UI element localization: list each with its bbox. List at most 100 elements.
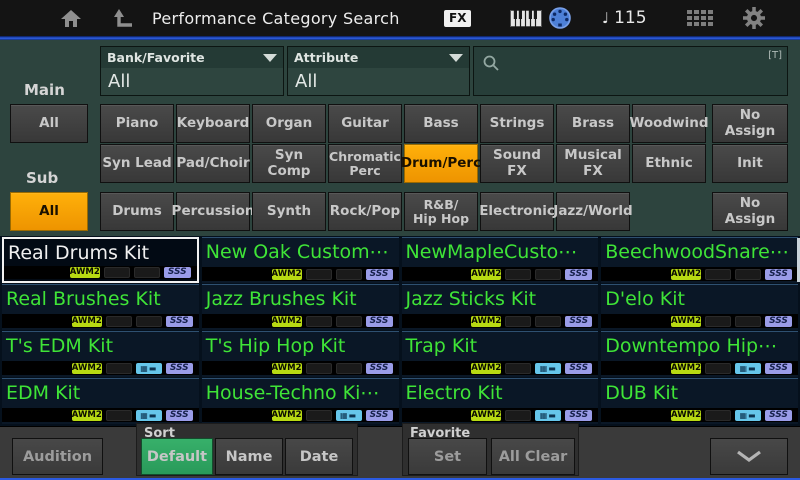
sub-category-synth[interactable]: Synth — [252, 192, 326, 231]
home-icon[interactable] — [60, 0, 82, 36]
performance-item[interactable]: Jazz Brushes Kit AWM2 ▦▬ SSS — [202, 284, 399, 330]
favorite-set-button[interactable]: Set — [408, 438, 487, 475]
awm2-badge: AWM2 — [72, 316, 102, 327]
search-icon — [482, 54, 500, 76]
main-category-syn-comp[interactable]: Syn Comp — [252, 144, 326, 183]
pad-grid-icon[interactable] — [687, 0, 713, 36]
empty-slot — [134, 267, 160, 278]
main-category-brass[interactable]: Brass — [556, 104, 630, 143]
performance-name: Jazz Brushes Kit — [202, 285, 399, 313]
favorite-all-clear-button[interactable]: All Clear — [491, 438, 575, 475]
performance-name: T's EDM Kit — [2, 332, 199, 360]
return-up-icon[interactable] — [112, 0, 134, 36]
performance-name: EDM Kit — [2, 379, 199, 407]
sss-badge: SSS — [565, 410, 592, 421]
main-category-ethnic[interactable]: Ethnic — [632, 144, 706, 183]
performance-item[interactable]: Downtempo Hip⋯ AWM2 ▦▬ SSS — [601, 331, 798, 377]
performance-badges: AWM2 ▦▬ SSS — [402, 267, 599, 281]
main-category-all[interactable]: All — [10, 104, 88, 143]
main-category-drum-perc[interactable]: Drum/Perc — [404, 144, 478, 183]
sub-category-all[interactable]: All — [10, 192, 88, 231]
performance-name: NewMapleCusto⋯ — [402, 238, 599, 266]
sort-default-button[interactable]: Default — [141, 438, 213, 475]
main-category-no-assign[interactable]: No Assign — [712, 104, 788, 143]
main-category-organ[interactable]: Organ — [252, 104, 326, 143]
main-category-pad-choir[interactable]: Pad/Choir — [176, 144, 250, 183]
attribute-dropdown[interactable]: Attribute All — [287, 46, 470, 96]
sub-category-percussion[interactable]: Percussion — [176, 192, 250, 231]
sss-badge: SSS — [166, 363, 193, 374]
performance-name: BeechwoodSnare⋯ — [601, 238, 798, 266]
sss-badge: SSS — [164, 267, 191, 278]
quarter-note-icon: ♩ — [602, 9, 609, 27]
performance-item[interactable]: Electro Kit AWM2 ▦▬ SSS — [402, 378, 599, 424]
performance-item[interactable]: Real Drums Kit AWM2 ▦▬ SSS — [2, 237, 199, 283]
empty-slot — [306, 363, 332, 374]
keyboard-icon[interactable] — [510, 0, 542, 36]
empty-slot — [106, 363, 132, 374]
performance-item[interactable]: T's EDM Kit AWM2 ▦▬ SSS — [2, 331, 199, 377]
attribute-label: Attribute — [294, 50, 449, 65]
main-category-chromatic-perc[interactable]: Chromatic Perc — [328, 144, 402, 183]
main-category-woodwind[interactable]: Woodwind — [632, 104, 706, 143]
main-category-syn-lead[interactable]: Syn Lead — [100, 144, 174, 183]
sss-badge: SSS — [366, 410, 393, 421]
performance-badges: AWM2 ▦▬ SSS — [202, 361, 399, 375]
sub-category-rnb-hiphop[interactable]: R&B/ Hip Hop — [404, 192, 478, 231]
performance-name: Jazz Sticks Kit — [402, 285, 599, 313]
main-category-strings[interactable]: Strings — [480, 104, 554, 143]
main-category-bass[interactable]: Bass — [404, 104, 478, 143]
search-input[interactable] — [500, 53, 754, 74]
performance-item[interactable]: Jazz Sticks Kit AWM2 ▦▬ SSS — [402, 284, 599, 330]
arp-badge: ▦▬ — [136, 363, 162, 374]
main-category-guitar[interactable]: Guitar — [328, 104, 402, 143]
gear-icon[interactable] — [743, 0, 765, 36]
performance-name: House-Techno Ki⋯ — [202, 379, 399, 407]
performance-item[interactable]: T's Hip Hop Kit AWM2 ▦▬ SSS — [202, 331, 399, 377]
performance-name: Real Drums Kit — [4, 239, 197, 266]
performance-item[interactable]: NewMapleCusto⋯ AWM2 ▦▬ SSS — [402, 237, 599, 283]
main-category-init[interactable]: Init — [712, 144, 788, 183]
performance-name: D'elo Kit — [601, 285, 798, 313]
sub-category-drums[interactable]: Drums — [100, 192, 174, 231]
sub-category-jazz-world[interactable]: Jazz/World — [556, 192, 630, 231]
performance-item[interactable]: BeechwoodSnare⋯ AWM2 ▦▬ SSS — [601, 237, 798, 283]
empty-slot — [535, 269, 561, 280]
empty-slot — [735, 269, 761, 280]
tempo-indicator[interactable]: ♩ 115 — [602, 0, 647, 36]
performance-item[interactable]: EDM Kit AWM2 ▦▬ SSS — [2, 378, 199, 424]
empty-slot — [104, 267, 130, 278]
performance-item[interactable]: House-Techno Ki⋯ AWM2 ▦▬ SSS — [202, 378, 399, 424]
performance-name: Trap Kit — [402, 332, 599, 360]
audition-button[interactable]: Audition — [12, 438, 103, 475]
main-category-keyboard[interactable]: Keyboard — [176, 104, 250, 143]
sss-badge: SSS — [565, 316, 592, 327]
main-category-musical-fx[interactable]: Musical FX — [556, 144, 630, 183]
sort-name-button[interactable]: Name — [215, 438, 283, 475]
arp-badge: ▦▬ — [136, 410, 162, 421]
performance-item[interactable]: D'elo Kit AWM2 ▦▬ SSS — [601, 284, 798, 330]
performance-item[interactable]: New Oak Custom⋯ AWM2 ▦▬ SSS — [202, 237, 399, 283]
sort-date-button[interactable]: Date — [285, 438, 353, 475]
performance-name: T's Hip Hop Kit — [202, 332, 399, 360]
performance-list: Real Drums Kit AWM2 ▦▬ SSS New Oak Custo… — [0, 236, 800, 426]
arp-badge: ▦▬ — [535, 410, 561, 421]
bank-favorite-dropdown[interactable]: Bank/Favorite All — [100, 46, 284, 96]
fx-indicator[interactable]: FX — [444, 0, 471, 36]
collapse-chevron-button[interactable] — [710, 438, 788, 475]
performance-badges: AWM2 ▦▬ SSS — [601, 361, 798, 375]
sss-badge: SSS — [565, 269, 592, 280]
sub-category-no-assign[interactable]: No Assign — [712, 192, 788, 231]
main-category-sound-fx[interactable]: Sound FX — [480, 144, 554, 183]
search-box[interactable]: [T] — [473, 46, 788, 96]
midi-icon[interactable] — [548, 0, 572, 36]
sub-category-electronic[interactable]: Electronic — [480, 192, 554, 231]
sss-badge: SSS — [166, 410, 193, 421]
performance-name: DUB Kit — [601, 379, 798, 407]
performance-item[interactable]: Real Brushes Kit AWM2 ▦▬ SSS — [2, 284, 199, 330]
empty-slot — [705, 316, 731, 327]
main-category-piano[interactable]: Piano — [100, 104, 174, 143]
sub-category-rock-pop[interactable]: Rock/Pop — [328, 192, 402, 231]
performance-item[interactable]: DUB Kit AWM2 ▦▬ SSS — [601, 378, 798, 424]
performance-item[interactable]: Trap Kit AWM2 ▦▬ SSS — [402, 331, 599, 377]
